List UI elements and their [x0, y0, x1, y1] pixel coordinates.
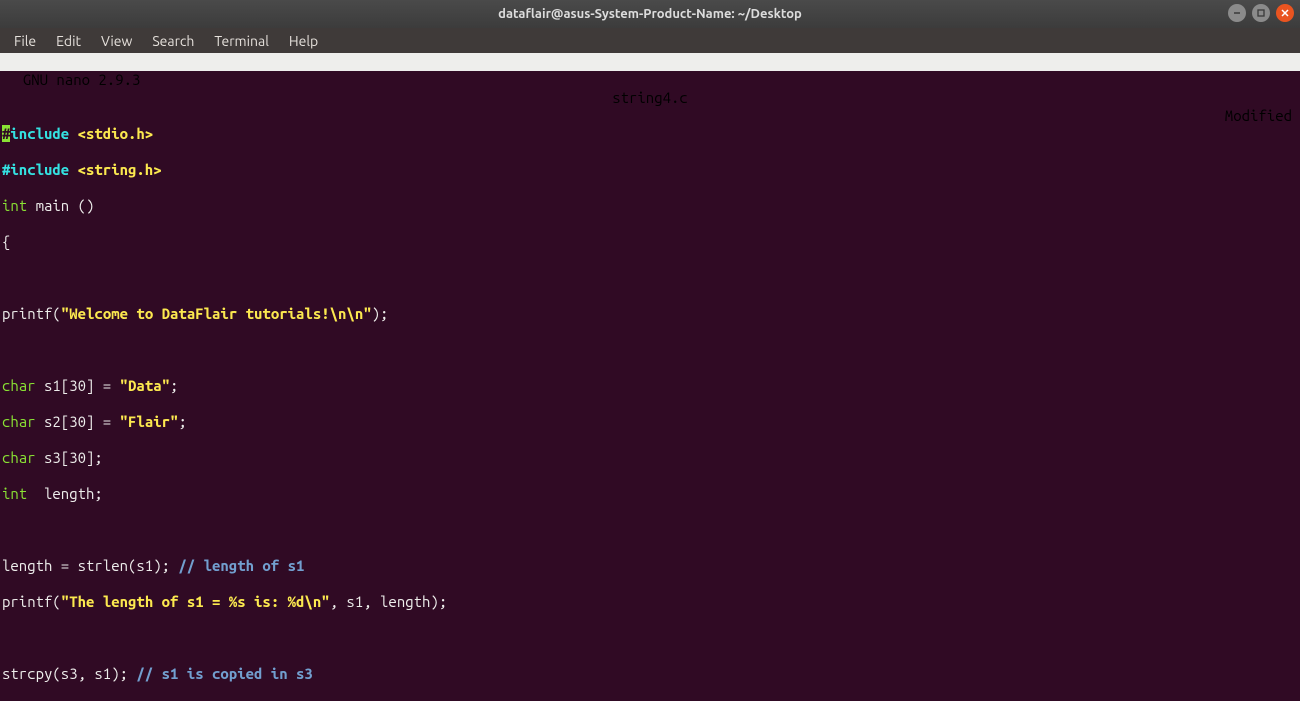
menu-help[interactable]: Help: [279, 31, 328, 51]
code-token: "The length of s1 = %s is: %d\n": [61, 593, 330, 610]
code-token: printf(: [2, 305, 61, 322]
code-token: length;: [27, 485, 103, 502]
code-line: int main (): [0, 197, 1300, 215]
code-token: <stdio.h>: [78, 125, 154, 142]
code-line: length = strlen(s1); // length of s1: [0, 557, 1300, 575]
code-line: strcpy(s3, s1); // s1 is copied in s3: [0, 665, 1300, 683]
blank-line: [0, 521, 1300, 539]
nano-header: GNU nano 2.9.3 string4.c Modified: [0, 53, 1300, 71]
code-token: strcpy(s3, s1);: [2, 665, 136, 682]
code-line: char s2[30] = "Flair";: [0, 413, 1300, 431]
close-icon: [1280, 8, 1290, 18]
window-controls: [1228, 4, 1294, 22]
code-line: char s1[30] = "Data";: [0, 377, 1300, 395]
code-token: ;: [178, 413, 186, 430]
code-token: ;: [170, 377, 178, 394]
code-line: {: [0, 233, 1300, 251]
code-token: // s1 is copied in s3: [136, 665, 312, 682]
window-title: dataflair@asus-System-Product-Name: ~/De…: [498, 7, 802, 21]
minimize-button[interactable]: [1228, 4, 1246, 22]
code-token: char: [2, 377, 36, 394]
code-token: <string.h>: [78, 161, 162, 178]
code-line: int length;: [0, 485, 1300, 503]
code-line: #include <string.h>: [0, 161, 1300, 179]
code-line: char s3[30];: [0, 449, 1300, 467]
code-token: char: [2, 413, 36, 430]
code-token: );: [372, 305, 389, 322]
maximize-icon: [1256, 8, 1266, 18]
maximize-button[interactable]: [1252, 4, 1270, 22]
menu-file[interactable]: File: [4, 31, 46, 51]
code-token: char: [2, 449, 36, 466]
code-line: #include <stdio.h>: [0, 125, 1300, 143]
editor-area[interactable]: #include <stdio.h> #include <string.h> i…: [0, 71, 1300, 701]
code-token: int: [2, 197, 27, 214]
code-token: #include: [2, 161, 78, 178]
code-line: printf("The length of s1 = %s is: %d\n",…: [0, 593, 1300, 611]
menu-terminal[interactable]: Terminal: [204, 31, 279, 51]
code-token: s3[30];: [36, 449, 103, 466]
code-token: int: [2, 485, 27, 502]
code-token: , s1, length);: [330, 593, 448, 610]
menu-search[interactable]: Search: [142, 31, 204, 51]
blank-line: [0, 341, 1300, 359]
titlebar: dataflair@asus-System-Product-Name: ~/De…: [0, 0, 1300, 28]
code-token: s1[30] =: [36, 377, 120, 394]
menu-edit[interactable]: Edit: [46, 31, 91, 51]
nano-filename: string4.c: [612, 89, 688, 107]
code-token: length = strlen(s1);: [2, 557, 178, 574]
code-token: // length of s1: [178, 557, 304, 574]
minimize-icon: [1232, 8, 1242, 18]
code-token: "Welcome to DataFlair tutorials!\n\n": [61, 305, 372, 322]
code-token: s2[30] =: [36, 413, 120, 430]
code-token: main (): [27, 197, 94, 214]
menubar: File Edit View Search Terminal Help: [0, 28, 1300, 53]
menu-view[interactable]: View: [91, 31, 142, 51]
nano-status: Modified: [1225, 107, 1292, 125]
close-button[interactable]: [1276, 4, 1294, 22]
code-token: include: [10, 125, 77, 142]
code-token: "Flair": [120, 413, 179, 430]
code-line: printf("Welcome to DataFlair tutorials!\…: [0, 305, 1300, 323]
blank-line: [0, 629, 1300, 647]
code-token: printf(: [2, 593, 61, 610]
code-token: "Data": [120, 377, 170, 394]
blank-line: [0, 269, 1300, 287]
nano-version: GNU nano 2.9.3: [6, 71, 140, 89]
